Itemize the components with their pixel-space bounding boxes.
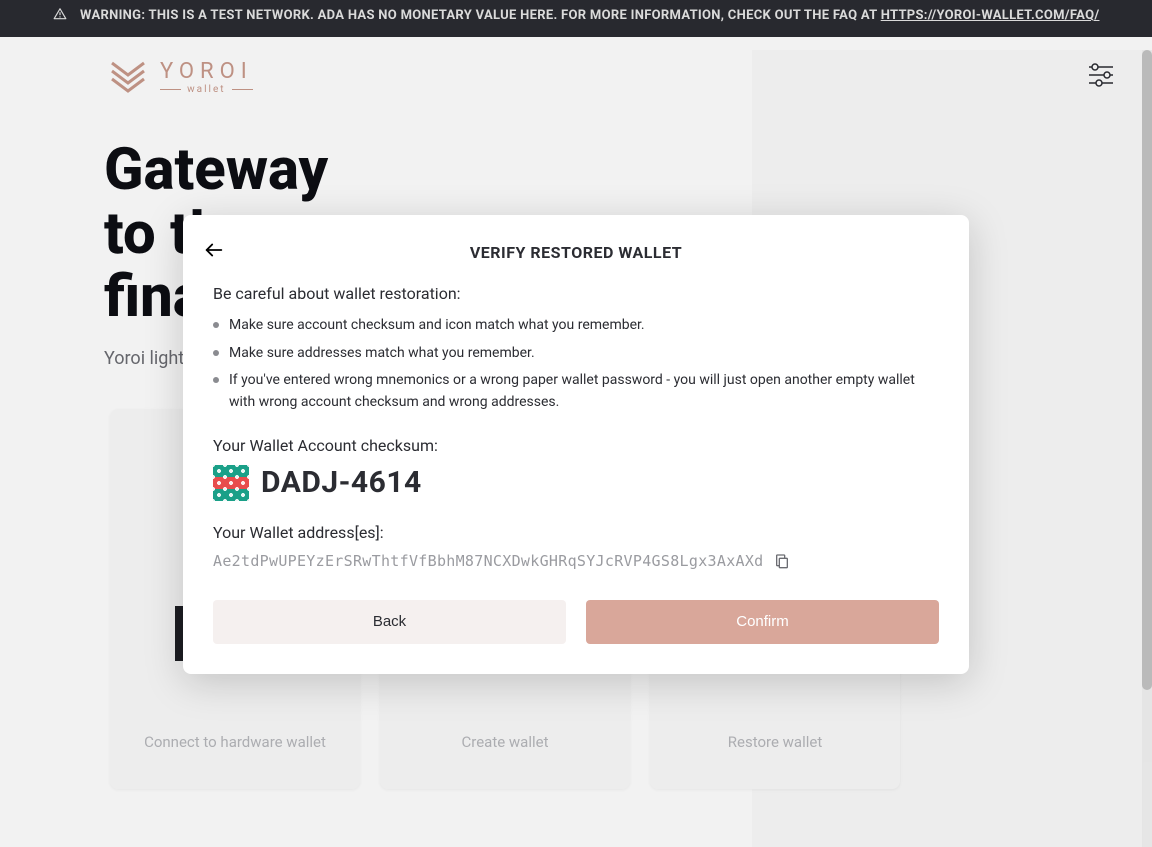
checksum-value: DADJ-4614	[261, 465, 422, 500]
checksum-label: Your Wallet Account checksum:	[213, 436, 939, 455]
modal-bullet: Make sure account checksum and icon matc…	[213, 315, 939, 337]
wallet-address: Ae2tdPwUPEYzErSRwThtfVfBbhM87NCXDwkGHRqS…	[213, 552, 764, 570]
back-arrow-icon[interactable]	[203, 239, 225, 265]
wallet-identicon-icon	[213, 465, 249, 501]
modal-title: VERIFY RESTORED WALLET	[213, 243, 939, 262]
modal-bullet: Make sure addresses match what you remem…	[213, 343, 939, 365]
back-button[interactable]: Back	[213, 600, 566, 644]
verify-restored-wallet-modal: VERIFY RESTORED WALLET Be careful about …	[183, 215, 969, 674]
checksum-row: DADJ-4614	[213, 465, 939, 501]
modal-backdrop: VERIFY RESTORED WALLET Be careful about …	[0, 0, 1152, 847]
address-label: Your Wallet address[es]:	[213, 523, 939, 542]
modal-intro: Be careful about wallet restoration:	[213, 284, 939, 303]
copy-icon[interactable]	[774, 552, 790, 570]
modal-bullet-list: Make sure account checksum and icon matc…	[213, 315, 939, 414]
confirm-button[interactable]: Confirm	[586, 600, 939, 644]
modal-bullet: If you've entered wrong mnemonics or a w…	[213, 370, 939, 413]
